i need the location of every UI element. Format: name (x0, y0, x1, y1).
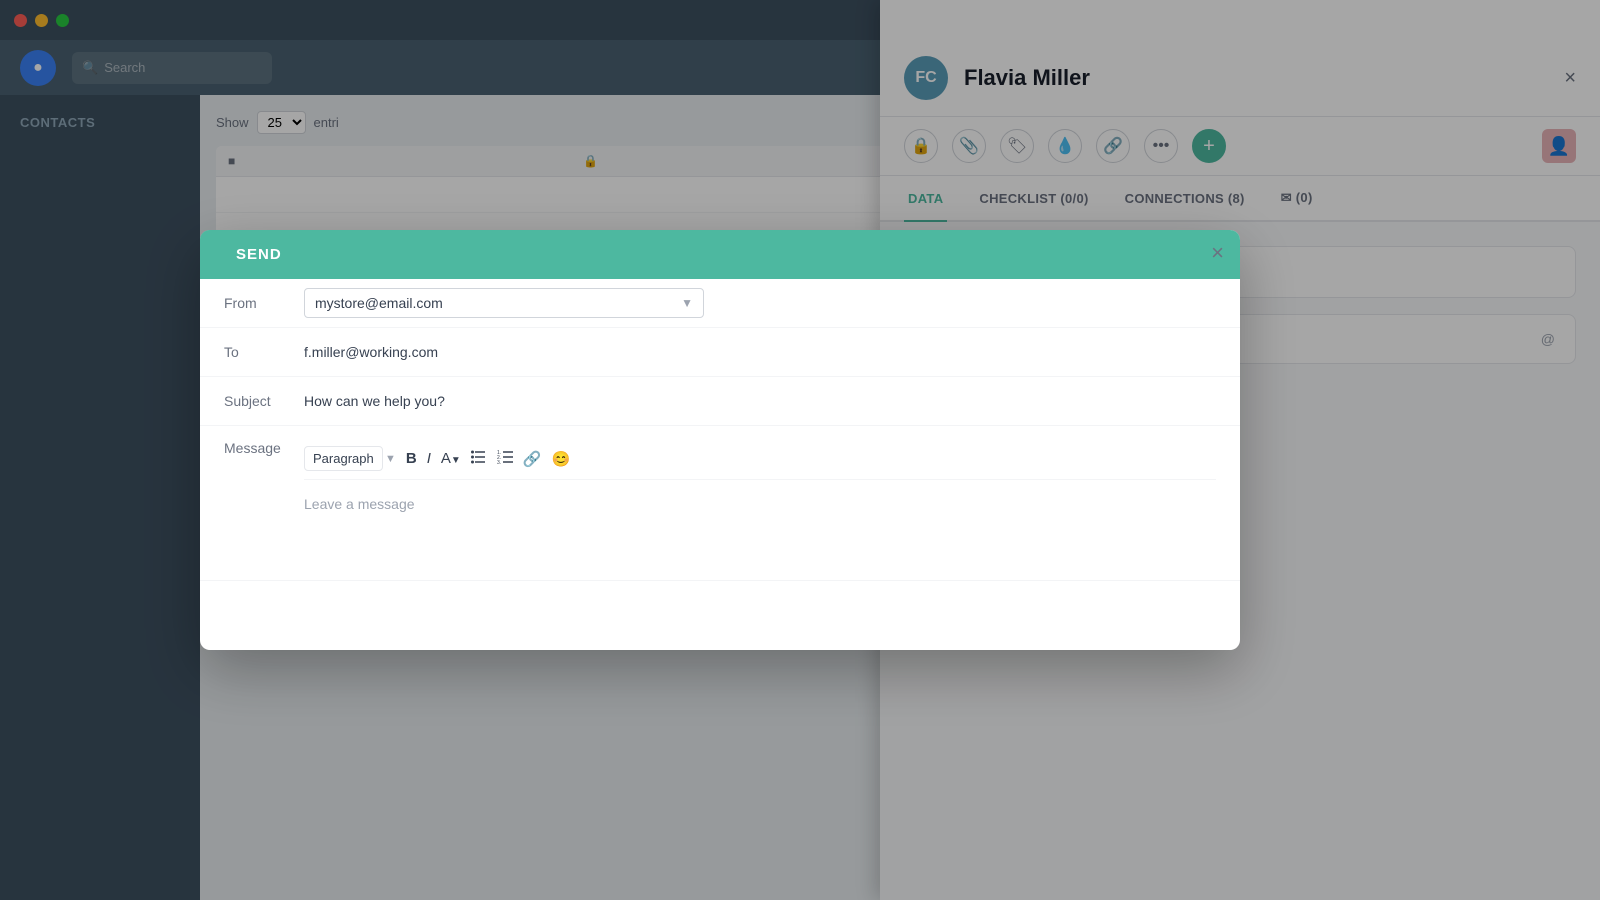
from-label: From (224, 279, 304, 327)
from-wrapper: mystore@email.com ▼ (304, 288, 704, 318)
message-input[interactable]: Leave a message (304, 488, 1216, 568)
dialog-header: SEND (200, 230, 1240, 279)
italic-button[interactable]: I (427, 450, 431, 467)
dialog-close-button[interactable]: × (1211, 242, 1224, 264)
from-value: mystore@email.com (315, 295, 443, 311)
svg-text:3.: 3. (497, 460, 501, 464)
dropdown-arrow-icon: ▼ (681, 296, 693, 310)
send-button[interactable]: SEND (200, 230, 318, 279)
message-row: Message Paragraph ▼ B I A▼ (200, 426, 1240, 581)
email-dialog: SEND × From mystore@email.com ▼ To Subje… (200, 230, 1240, 650)
dialog-overlay: SEND × From mystore@email.com ▼ To Subje… (0, 0, 1600, 900)
subject-label: Subject (224, 377, 304, 425)
link-button[interactable]: 🔗 (523, 450, 542, 468)
emoji-button[interactable]: 😊 (552, 450, 571, 468)
to-row: To (200, 328, 1240, 377)
subject-row: Subject (200, 377, 1240, 426)
subject-input[interactable] (304, 377, 1216, 425)
to-label: To (224, 328, 304, 376)
from-row: From mystore@email.com ▼ (200, 279, 1240, 328)
numbered-list-button[interactable]: 1.2.3. (497, 450, 513, 468)
bold-button[interactable]: B (406, 450, 417, 467)
paragraph-select[interactable]: Paragraph (304, 446, 383, 471)
paragraph-arrow-icon: ▼ (385, 453, 396, 465)
message-label: Message (224, 426, 304, 472)
underline-button[interactable]: A▼ (441, 450, 461, 467)
message-content: Paragraph ▼ B I A▼ 1.2.3. (304, 426, 1216, 580)
message-toolbar: Paragraph ▼ B I A▼ 1.2.3. (304, 438, 1216, 480)
to-input[interactable] (304, 328, 1216, 376)
paragraph-wrapper: Paragraph ▼ (304, 446, 396, 471)
dialog-body: From mystore@email.com ▼ To Subject Mess… (200, 279, 1240, 581)
bullet-list-button[interactable] (471, 450, 487, 468)
